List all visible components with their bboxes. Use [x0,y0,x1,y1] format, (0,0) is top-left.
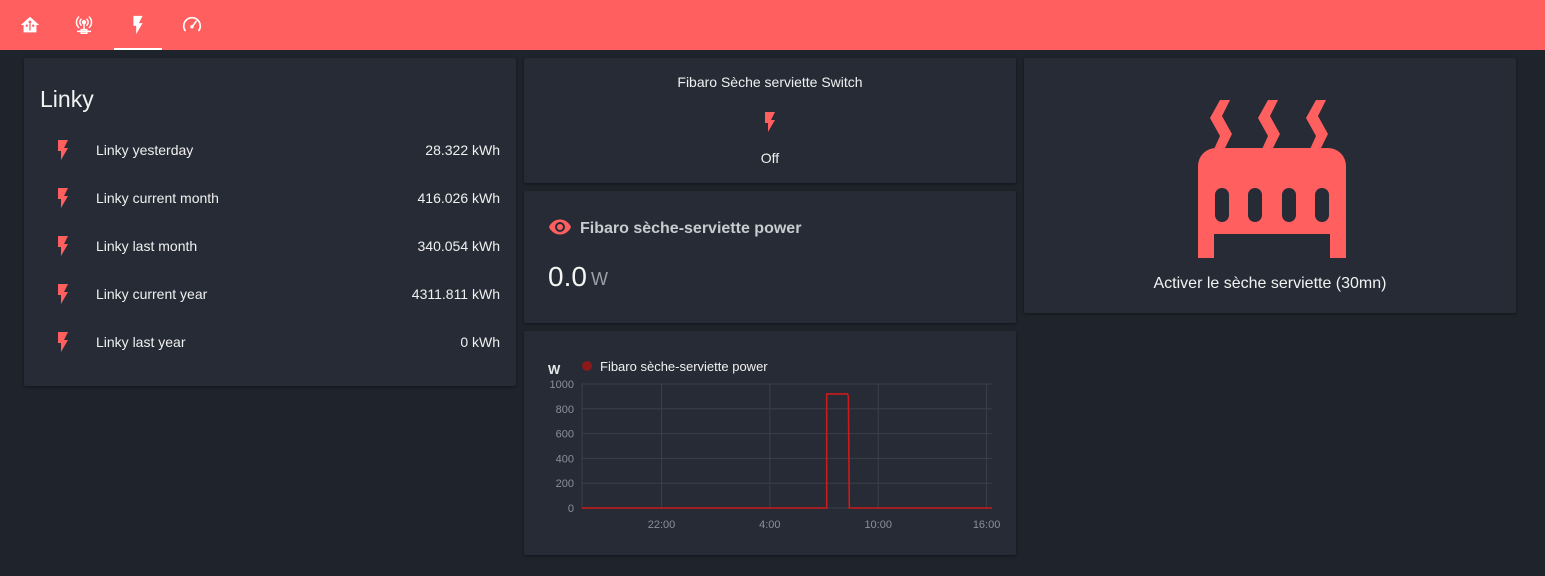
entity-row-linky-current-year[interactable]: Linky current year 4311.811 kWh [24,270,516,318]
flash-icon [58,188,68,208]
entity-value: 0 kWh [460,334,500,350]
entity-name: Linky current month [96,190,219,206]
switch-entity-card[interactable]: Fibaro Sèche serviette Switch Off [524,58,1016,183]
home-assistant-icon [20,16,40,33]
switch-state: Off [760,150,780,166]
entity-row-linky-last-month[interactable]: Linky last month 340.054 kWh [24,222,516,270]
sensor-title: Fibaro sèche-serviette power [580,220,802,237]
access-point-network-icon [75,16,93,34]
y-tick-label: 400 [556,453,574,465]
tab-energy[interactable] [114,0,162,50]
entity-row-linky-last-year[interactable]: Linky last year 0 kWh [24,318,516,366]
tab-gauge[interactable] [168,0,216,50]
flash-icon [133,15,143,35]
radiator-icon [1198,100,1346,258]
entity-value: 28.322 kWh [425,142,500,158]
sensor-value: 0.0 [548,261,587,292]
x-tick-label: 16:00 [973,519,1001,531]
history-graph-card[interactable]: W Fibaro sèche-serviette power 0 200 400 600 8… [524,331,1016,555]
y-tick-label: 1000 [550,379,574,391]
power-history-chart[interactable]: W Fibaro sèche-serviette power 0 200 400 600 8… [524,331,1016,555]
series-line [582,393,992,509]
entity-row-linky-yesterday[interactable]: Linky yesterday 28.322 kWh [24,126,516,174]
entity-value: 4311.811 kWh [411,286,500,302]
top-toolbar [0,0,1545,50]
switch-title: Fibaro Sèche serviette Switch [677,74,863,90]
sensor-card[interactable]: Fibaro sèche-serviette power 0.0 W [524,191,1016,323]
card-title: Linky [40,86,94,112]
eye-icon [549,219,571,235]
speedometer-icon [182,16,202,32]
flash-icon [58,236,68,256]
flash-icon [58,284,68,304]
towel-dryer-button-card[interactable]: Activer le sèche serviette (30mn) [1024,58,1516,313]
y-tick-label: 600 [556,429,574,441]
entity-name: Linky yesterday [96,142,194,158]
button-label: Activer le sèche serviette (30mn) [1153,275,1387,292]
y-tick-label: 200 [556,478,574,490]
flash-icon [765,112,775,132]
flash-icon [58,140,68,160]
entity-value: 416.026 kWh [417,190,501,206]
legend-swatch [582,361,592,371]
entity-name: Linky current year [96,286,208,302]
sensor-unit: W [591,269,608,289]
y-tick-label: 800 [556,404,574,416]
entity-name: Linky last year [96,334,186,350]
tab-home[interactable] [6,0,54,50]
x-tick-label: 4:00 [759,519,780,531]
entity-value: 340.054 kWh [417,238,501,254]
entity-row-linky-current-month[interactable]: Linky current month 416.026 kWh [24,174,516,222]
legend-label: Fibaro sèche-serviette power [600,359,768,374]
y-axis-unit-label: W [548,362,561,377]
linky-entities-card: Linky Linky yesterday 28.322 kWh Linky c… [24,58,516,386]
tab-network[interactable] [60,0,108,50]
y-tick-label: 0 [568,503,574,515]
flash-icon [58,332,68,352]
entity-name: Linky last month [96,238,198,254]
x-tick-label: 10:00 [864,519,892,531]
x-tick-label: 22:00 [648,519,676,531]
